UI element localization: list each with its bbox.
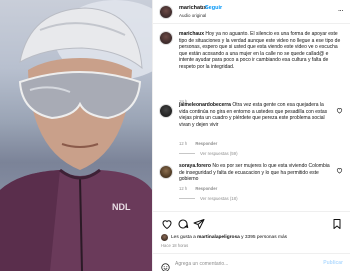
view-replies-label: Ver respuestas (59) <box>200 151 238 156</box>
reply-button[interactable]: Responder <box>195 141 217 146</box>
heart-icon[interactable] <box>336 107 343 116</box>
comment-composer: Publicar <box>153 253 350 271</box>
comment-username[interactable]: soraya.forero <box>179 163 211 169</box>
avatar[interactable] <box>159 5 173 19</box>
comment-avatar[interactable] <box>159 104 173 118</box>
share-icon[interactable] <box>193 217 205 229</box>
follow-button[interactable]: Seguir <box>205 5 222 11</box>
audio-label[interactable]: Audio original <box>179 13 206 18</box>
comment-time: 12 h <box>179 186 188 191</box>
likes-user[interactable]: martinalapeligrosa <box>197 235 240 240</box>
post-photo[interactable]: NDL <box>0 0 152 271</box>
comment-meta: 12 h Responder <box>179 186 224 191</box>
likes-suffix[interactable]: y 3395 personas más <box>241 235 287 240</box>
caption-avatar[interactable] <box>159 31 173 45</box>
action-bar: Les gusta a martinalapeligrosa y 3395 pe… <box>153 211 350 271</box>
svg-text:NDL: NDL <box>112 202 131 212</box>
view-replies-label: Ver respuestas (18) <box>200 196 238 201</box>
comment-icon[interactable] <box>177 217 189 229</box>
post-sidebar: marichaux • Seguir Audio original ... ma… <box>152 0 350 271</box>
publish-button[interactable]: Publicar <box>323 260 343 266</box>
reply-button[interactable]: Responder <box>195 186 217 191</box>
heart-icon[interactable] <box>161 217 173 230</box>
comments-area[interactable]: marichaux Hoy ya no aguanto. El silencio… <box>153 25 350 211</box>
comment-text: jaimeleonardobecerra Otra vez esta gente… <box>179 102 333 128</box>
caption-text: marichaux Hoy ya no aguanto. El silencio… <box>179 31 343 71</box>
comment-avatar[interactable] <box>159 165 173 179</box>
comment-meta: 12 h Responder <box>179 141 224 146</box>
caption-username[interactable]: marichaux <box>179 31 204 37</box>
likes-prefix: Les gusta a <box>171 235 196 240</box>
avatar <box>161 234 168 241</box>
post-timestamp: Hace 18 horas <box>161 243 189 248</box>
separator-dot: • <box>200 4 202 10</box>
more-icon[interactable]: ... <box>338 4 344 13</box>
emoji-icon[interactable] <box>161 259 170 271</box>
comment-text: soraya.forero No es por ser mujeres lo q… <box>179 163 333 183</box>
view-replies-button[interactable]: Ver respuestas (18) <box>179 196 238 201</box>
bookmark-icon[interactable] <box>331 217 343 229</box>
divider <box>179 153 195 155</box>
likes-summary[interactable]: Les gusta a martinalapeligrosa y 3395 pe… <box>161 234 287 241</box>
header-username[interactable]: marichaux <box>179 5 207 11</box>
heart-icon[interactable] <box>336 167 343 176</box>
comment-time: 12 h <box>179 141 188 146</box>
post-header: marichaux • Seguir Audio original ... <box>153 0 350 24</box>
view-replies-button[interactable]: Ver respuestas (59) <box>179 151 238 156</box>
comment-username[interactable]: jaimeleonardobecerra <box>179 102 231 108</box>
divider <box>179 198 195 200</box>
caption-body: Hoy ya no aguanto. El silencio es una fo… <box>179 31 341 70</box>
cyclist-photo: NDL <box>0 0 152 271</box>
comment-input[interactable] <box>175 258 315 269</box>
